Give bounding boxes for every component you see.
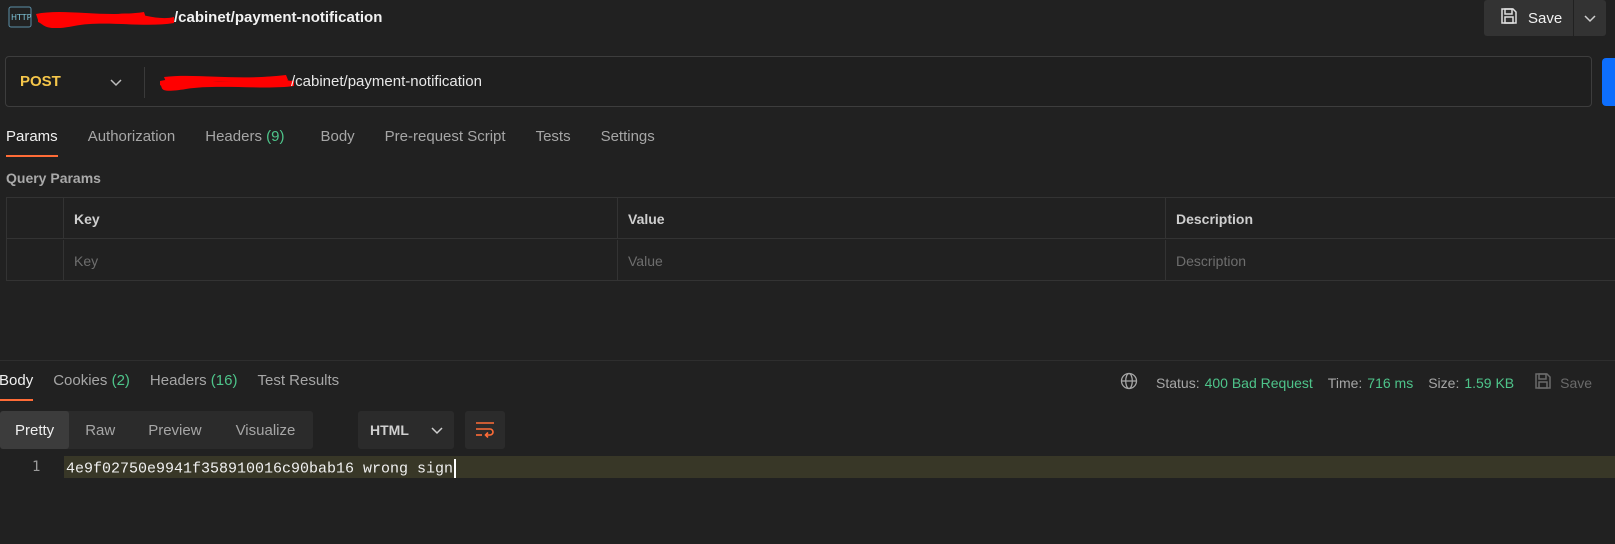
query-params-table: Key Value Description Key Value Descript… bbox=[6, 197, 1615, 281]
tab-label: Body bbox=[0, 372, 34, 389]
checkbox-column-header bbox=[7, 198, 64, 239]
status-label: Status: bbox=[1156, 374, 1200, 391]
value-input[interactable]: Value bbox=[618, 240, 1166, 281]
response-tabs: Body Cookies (2) Headers (16) Test Resul… bbox=[0, 372, 339, 401]
time-value[interactable]: 716 ms bbox=[1367, 375, 1413, 391]
size-label: Size: bbox=[1428, 374, 1460, 391]
tab-label: Pre-request Script bbox=[384, 128, 506, 145]
format-raw[interactable]: Raw bbox=[69, 411, 131, 449]
line-number: 1 bbox=[32, 459, 41, 475]
wrap-lines-button[interactable] bbox=[465, 411, 505, 449]
tab-test-results[interactable]: Test Results bbox=[257, 372, 339, 389]
tab-label: Authorization bbox=[87, 128, 176, 145]
time-label: Time: bbox=[1327, 374, 1363, 391]
redaction-mark bbox=[36, 12, 174, 28]
save-label: Save bbox=[1528, 9, 1563, 27]
format-visualize[interactable]: Visualize bbox=[219, 411, 314, 449]
response-meta: Status: 400 Bad Request Time: 716 ms Siz… bbox=[1120, 372, 1592, 393]
send-button[interactable] bbox=[1602, 58, 1615, 106]
tab-label: Test Results bbox=[257, 372, 340, 389]
divider bbox=[144, 67, 145, 98]
method-select[interactable]: POST bbox=[20, 73, 61, 90]
tab-response-headers[interactable]: Headers (16) bbox=[150, 372, 238, 389]
description-input[interactable]: Description bbox=[1166, 240, 1615, 281]
language-value: HTML bbox=[370, 422, 409, 438]
tab-cookies[interactable]: Cookies (2) bbox=[53, 372, 130, 389]
chevron-down-icon bbox=[1584, 10, 1596, 26]
format-tabs: Pretty Raw Preview Visualize bbox=[0, 411, 314, 449]
save-button[interactable]: Save bbox=[1484, 0, 1573, 36]
url-bar: POST /cabinet/payment-notification bbox=[5, 56, 1592, 107]
http-icon: HTTP bbox=[8, 6, 32, 28]
wrap-lines-icon bbox=[475, 420, 495, 441]
save-options-dropdown[interactable] bbox=[1574, 0, 1606, 36]
save-response-label: Save bbox=[1560, 374, 1593, 391]
tab-label: Headers bbox=[149, 372, 207, 389]
svg-text:HTTP: HTTP bbox=[11, 13, 32, 22]
tab-label: Tests bbox=[535, 128, 571, 145]
tab-pre-request-script[interactable]: Pre-request Script bbox=[385, 128, 506, 145]
size-value[interactable]: 1.59 KB bbox=[1464, 375, 1514, 391]
table-row: Key Value Description bbox=[7, 240, 1615, 281]
tab-count: (16) bbox=[210, 372, 238, 389]
chevron-down-icon[interactable] bbox=[110, 74, 122, 90]
tab-tests[interactable]: Tests bbox=[536, 128, 571, 145]
tab-label: Settings bbox=[600, 128, 655, 145]
query-params-label: Query Params bbox=[6, 170, 101, 186]
text-cursor bbox=[454, 459, 457, 478]
globe-icon[interactable] bbox=[1120, 372, 1138, 393]
request-title[interactable]: /cabinet/payment-notification bbox=[174, 9, 382, 26]
tab-response-body[interactable]: Body bbox=[0, 372, 34, 401]
status-value[interactable]: 400 Bad Request bbox=[1205, 375, 1313, 391]
tab-label: Cookies bbox=[53, 372, 108, 389]
tab-settings[interactable]: Settings bbox=[601, 128, 655, 145]
request-tabs: Params Authorization Headers (9) Body Pr… bbox=[6, 128, 655, 157]
format-pretty[interactable]: Pretty bbox=[0, 411, 70, 449]
format-preview[interactable]: Preview bbox=[131, 411, 218, 449]
save-response-button[interactable]: Save bbox=[1534, 372, 1592, 393]
save-icon bbox=[1534, 372, 1552, 393]
tab-headers[interactable]: Headers (9) bbox=[205, 128, 284, 145]
key-input[interactable]: Key bbox=[64, 240, 618, 281]
chevron-down-icon bbox=[431, 422, 443, 438]
tab-label: Body bbox=[320, 128, 355, 145]
column-header-description: Description bbox=[1176, 210, 1254, 227]
tab-label: Headers bbox=[205, 128, 262, 145]
table-header-row: Key Value Description bbox=[7, 198, 1615, 239]
tab-params[interactable]: Params bbox=[6, 128, 58, 157]
column-header-key: Key bbox=[64, 198, 618, 239]
row-checkbox-cell bbox=[7, 240, 64, 281]
language-select[interactable]: HTML bbox=[358, 411, 454, 449]
response-divider bbox=[0, 360, 1615, 361]
tab-count: (9) bbox=[266, 128, 285, 145]
request-title-bar: HTTP /cabinet/payment-notification Save bbox=[0, 0, 1615, 36]
response-body-text: 4e9f02750e9941f358910016c90bab16 wrong s… bbox=[66, 460, 454, 478]
tab-label: Params bbox=[6, 128, 58, 145]
redaction-mark bbox=[160, 75, 294, 91]
url-input[interactable]: /cabinet/payment-notification bbox=[291, 73, 482, 90]
column-header-value: Value bbox=[618, 198, 1166, 239]
tab-authorization[interactable]: Authorization bbox=[88, 128, 176, 145]
tab-count: (2) bbox=[111, 372, 130, 389]
response-body-editor[interactable]: 4e9f02750e9941f358910016c90bab16 wrong s… bbox=[66, 459, 457, 478]
save-icon bbox=[1500, 7, 1518, 29]
tab-body[interactable]: Body bbox=[320, 128, 354, 145]
